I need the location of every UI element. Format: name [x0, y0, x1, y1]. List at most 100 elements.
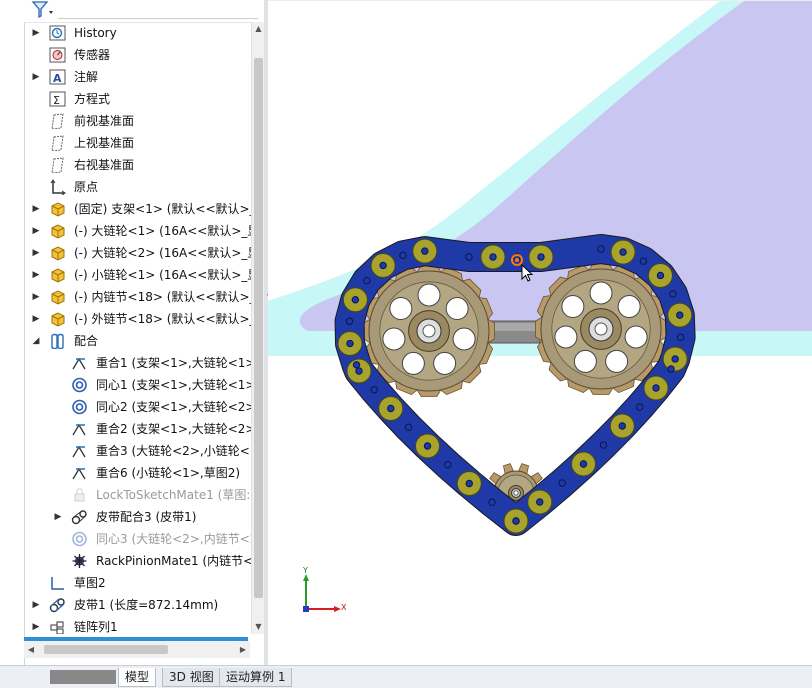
chain-pin — [421, 247, 429, 255]
tree-item[interactable]: LockToSketchMate1 (草图: — [24, 484, 252, 506]
sprocket-left-hole — [452, 327, 476, 351]
expand-arrow-icon[interactable]: ▶ — [31, 616, 41, 634]
expand-arrow-icon[interactable]: ▶ — [31, 242, 41, 264]
chain-pin — [618, 422, 626, 430]
svg-text:A: A — [53, 72, 62, 85]
coincident-mate-icon — [72, 467, 86, 480]
sprocket-left-hole — [401, 351, 425, 375]
coincident-mate-icon — [72, 445, 86, 458]
sprocket-right-hole — [573, 349, 597, 373]
tree-item[interactable]: 上视基准面 — [24, 132, 252, 154]
left-gutter — [0, 0, 25, 687]
expand-arrow-icon[interactable]: ▶ — [53, 506, 63, 528]
tree-item[interactable]: ◢ 配合 — [24, 330, 252, 352]
coincident-mate-icon — [72, 357, 86, 370]
chain-pin — [423, 442, 432, 450]
sketch-icon — [51, 577, 64, 590]
chain-pin — [669, 290, 677, 298]
tree-item[interactable]: ▶ (-) 小链轮<1> (16A<<默认>_显 — [24, 264, 252, 286]
tab-scroll-buttons[interactable] — [50, 670, 116, 684]
filter-field[interactable] — [58, 18, 258, 19]
collapse-arrow-icon[interactable]: ◢ — [31, 330, 41, 352]
tree-item-label: 上视基准面 — [74, 136, 135, 150]
part-icon — [51, 290, 65, 305]
chain-pin — [676, 311, 684, 319]
sprocket-left-hole — [445, 297, 469, 321]
chain-pin — [676, 333, 685, 342]
tree-item[interactable]: ▶ History — [24, 22, 252, 44]
filter-icon[interactable] — [30, 0, 54, 20]
expand-arrow-icon[interactable]: ▶ — [31, 264, 41, 286]
tree-item[interactable]: RackPinionMate1 (内链节< — [24, 550, 252, 572]
chain-pin — [370, 386, 378, 394]
part-icon — [51, 268, 65, 283]
tree-item-label: 原点 — [74, 180, 99, 194]
tree-item-label: (-) 外链节<18> (默认<<默认>_ — [74, 312, 252, 326]
tree-item[interactable]: 右视基准面 — [24, 154, 252, 176]
tree-item-label: 注解 — [74, 70, 99, 84]
tree-item-label: 配合 — [74, 334, 99, 348]
expand-arrow-icon[interactable]: ▶ — [31, 198, 41, 220]
tab-3d-view[interactable]: 3D 视图 — [162, 668, 221, 687]
scroll-thumb[interactable] — [254, 58, 263, 598]
graphics-viewport[interactable]: Y X — [268, 0, 812, 666]
chain-pin — [404, 423, 413, 431]
coordinate-triad: Y X — [296, 566, 356, 619]
part-icon — [51, 202, 65, 217]
expand-arrow-icon[interactable]: ▶ — [31, 594, 41, 616]
lock-mate-icon — [74, 488, 85, 502]
tree-item-label: (固定) 支架<1> (默认<<默认>_ — [74, 202, 252, 216]
tree-item[interactable]: ▶ 链阵列1 — [24, 616, 252, 634]
tree-item[interactable]: ▶ (-) 大链轮<2> (16A<<默认>_显 — [24, 242, 252, 264]
tree-item[interactable]: 重合6 (小链轮<1>,草图2) — [24, 462, 252, 484]
chain-pin — [444, 461, 452, 469]
tree-item[interactable]: 原点 — [24, 176, 252, 198]
chain-pin — [355, 367, 363, 375]
chain-pin — [351, 296, 360, 304]
tree-item[interactable]: Σ 方程式 — [24, 88, 252, 110]
tree-item[interactable]: ▶ A 注解 — [24, 66, 252, 88]
tree-item[interactable]: 重合1 (支架<1>,大链轮<1> — [24, 352, 252, 374]
tree-item[interactable]: ▶ (-) 外链节<18> (默认<<默认>_ — [24, 308, 252, 330]
scroll-right-icon[interactable]: ▶ — [236, 641, 250, 658]
chain-pin — [639, 257, 648, 265]
tree-item[interactable]: ▶ (-) 内链节<18> (默认<<默认>_ — [24, 286, 252, 308]
chain-pin — [652, 384, 660, 392]
vertical-scrollbar[interactable]: ▲ ▼ — [251, 22, 265, 634]
tree-item[interactable]: 草图2 — [24, 572, 252, 594]
chain-pin — [599, 441, 608, 449]
expand-arrow-icon[interactable]: ▶ — [31, 66, 41, 88]
tree-item-label: 重合6 (小链轮<1>,草图2) — [96, 466, 241, 480]
tree-item[interactable]: 同心1 (支架<1>,大链轮<1> — [24, 374, 252, 396]
tree-item[interactable]: 重合2 (支架<1>,大链轮<2> — [24, 418, 252, 440]
annotation-icon: A — [49, 69, 66, 85]
tree-item[interactable]: ▶ 皮带1 (长度=872.14mm) — [24, 594, 252, 616]
tree-item[interactable]: 同心2 (支架<1>,大链轮<2> — [24, 396, 252, 418]
concentric-mate-icon — [72, 399, 87, 415]
tab-model[interactable]: 模型 — [118, 668, 157, 687]
expand-arrow-icon[interactable]: ▶ — [31, 22, 41, 44]
sprocket-left-hole — [417, 283, 441, 307]
tree-item-label: 传感器 — [74, 48, 111, 62]
selected-pin-dot — [515, 258, 519, 262]
tree-item[interactable]: ▶ (-) 大链轮<1> (16A<<默认>_显 — [24, 220, 252, 242]
tree-item[interactable]: 传感器 — [24, 44, 252, 66]
tree-item[interactable]: ▶ 皮带配合3 (皮带1) — [24, 506, 252, 528]
rack-pinion-mate-icon — [72, 554, 87, 568]
tree-item[interactable]: 重合3 (大链轮<2>,小链轮<: — [24, 440, 252, 462]
tree-item[interactable]: 前视基准面 — [24, 110, 252, 132]
expand-arrow-icon[interactable]: ▶ — [31, 220, 41, 242]
expand-arrow-icon[interactable]: ▶ — [31, 286, 41, 308]
horizontal-scrollbar[interactable]: ◀ ▶ — [24, 641, 250, 658]
mates-folder-icon — [51, 333, 64, 349]
hscroll-thumb[interactable] — [44, 645, 168, 654]
tree-item[interactable]: 同心3 (大链轮<2>,内链节<2 — [24, 528, 252, 550]
tree-item-label: 重合2 (支架<1>,大链轮<2> — [96, 422, 252, 436]
tree-item-label: 同心3 (大链轮<2>,内链节<2 — [96, 532, 252, 546]
sprocket-left-hole — [389, 297, 413, 321]
tab-motion-study[interactable]: 运动算例 1 — [219, 668, 293, 687]
expand-arrow-icon[interactable]: ▶ — [31, 308, 41, 330]
assembly-scene[interactable] — [268, 1, 812, 666]
scroll-left-icon[interactable]: ◀ — [24, 641, 38, 658]
tree-item[interactable]: ▶ (固定) 支架<1> (默认<<默认>_ — [24, 198, 252, 220]
